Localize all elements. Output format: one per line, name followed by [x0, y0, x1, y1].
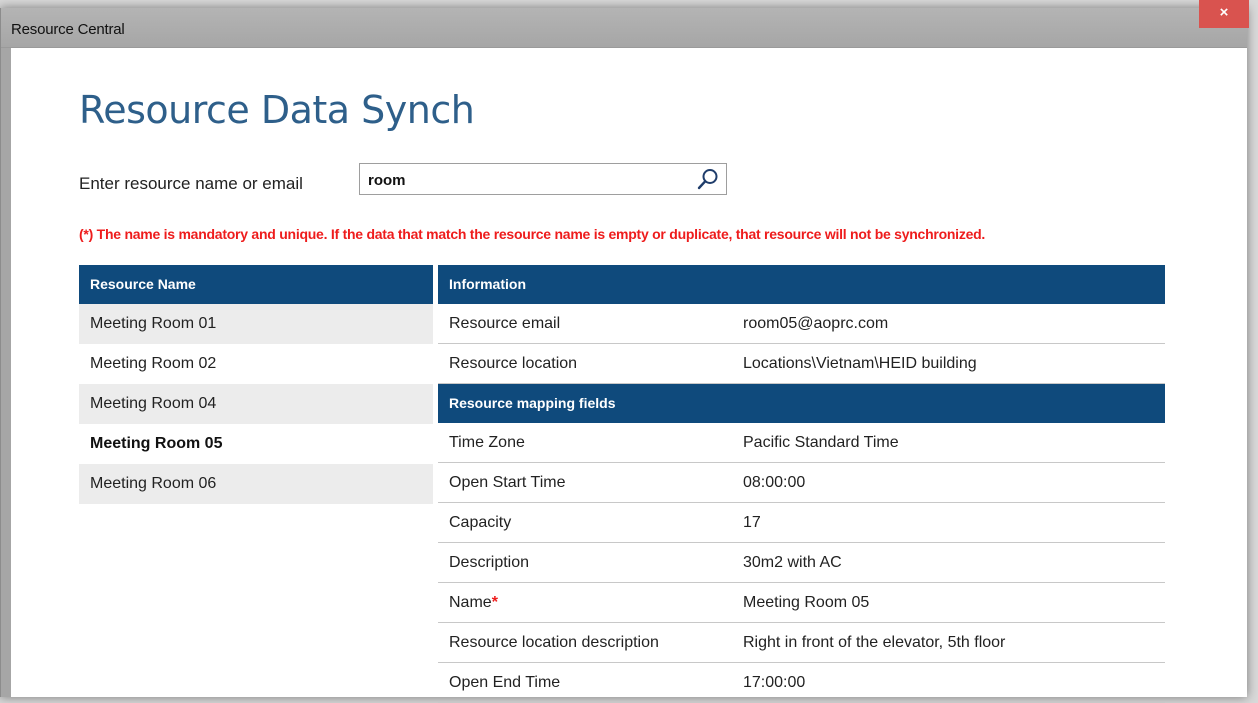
name-field-label: Name [449, 594, 492, 611]
mapping-label: Description [449, 554, 530, 571]
title-bar: Resource Central [1, 8, 1247, 48]
mapping-fields-header: Resource mapping fields [438, 384, 1165, 423]
mapping-row: Open Start Time 08:00:00 [438, 463, 1165, 503]
window-left-border [1, 48, 11, 697]
mapping-label: Open Start Time [449, 474, 566, 491]
mapping-label: Resource location description [449, 634, 659, 651]
mapping-value: 30m2 with AC [743, 554, 842, 571]
information-header: Information [438, 265, 1165, 304]
window-title: Resource Central [11, 21, 125, 38]
detail-row: Resource email room05@aoprc.com [438, 304, 1165, 344]
resource-details-panel: Information Resource email room05@aoprc.… [438, 265, 1165, 703]
mapping-label: Name* [438, 583, 743, 622]
resource-list-item[interactable]: Meeting Room 02 [79, 344, 433, 384]
detail-value: room05@aoprc.com [743, 315, 889, 332]
resource-list-item[interactable]: Meeting Room 04 [79, 384, 433, 424]
resource-list: Resource Name Meeting Room 01 Meeting Ro… [79, 265, 433, 504]
detail-row: Resource location Locations\Vietnam\HEID… [438, 344, 1165, 384]
resource-list-item-selected[interactable]: Meeting Room 05 [79, 424, 433, 464]
resource-list-item[interactable]: Meeting Room 01 [79, 304, 433, 344]
detail-label: Resource email [449, 315, 561, 332]
mapping-row: Name* Meeting Room 05 [438, 583, 1165, 623]
mapping-value: Pacific Standard Time [743, 434, 899, 451]
mapping-value: 17:00:00 [743, 674, 806, 691]
required-mark: * [491, 594, 498, 611]
mapping-label: Open End Time [449, 674, 561, 691]
resource-list-header: Resource Name [79, 265, 433, 304]
search-label: Enter resource name or email [79, 174, 303, 193]
mapping-value: 17 [743, 514, 761, 531]
mapping-value: Right in front of the elevator, 5th floo… [743, 634, 1006, 651]
mapping-row: Capacity 17 [438, 503, 1165, 543]
search-icon[interactable] [696, 167, 720, 191]
mapping-value: Meeting Room 05 [743, 594, 870, 611]
mapping-value: 08:00:00 [743, 474, 806, 491]
app-window: Resource Central × Resource Data Synch E… [0, 0, 1249, 703]
detail-label: Resource location [449, 355, 578, 372]
search-box[interactable] [359, 163, 727, 195]
search-input[interactable] [368, 170, 688, 190]
mapping-row: Description 30m2 with AC [438, 543, 1165, 583]
validation-notice: (*) The name is mandatory and unique. If… [79, 226, 986, 242]
mapping-row: Resource location description Right in f… [438, 623, 1165, 663]
close-button[interactable]: × [1199, 0, 1249, 28]
mapping-label: Capacity [449, 514, 512, 531]
mapping-row: Open End Time 17:00:00 [438, 663, 1165, 703]
mapping-row: Time Zone Pacific Standard Time [438, 423, 1165, 463]
detail-value: Locations\Vietnam\HEID building [743, 355, 977, 372]
page-title: Resource Data Synch [79, 88, 475, 132]
mapping-label: Time Zone [449, 434, 525, 451]
resource-list-item[interactable]: Meeting Room 06 [79, 464, 433, 504]
